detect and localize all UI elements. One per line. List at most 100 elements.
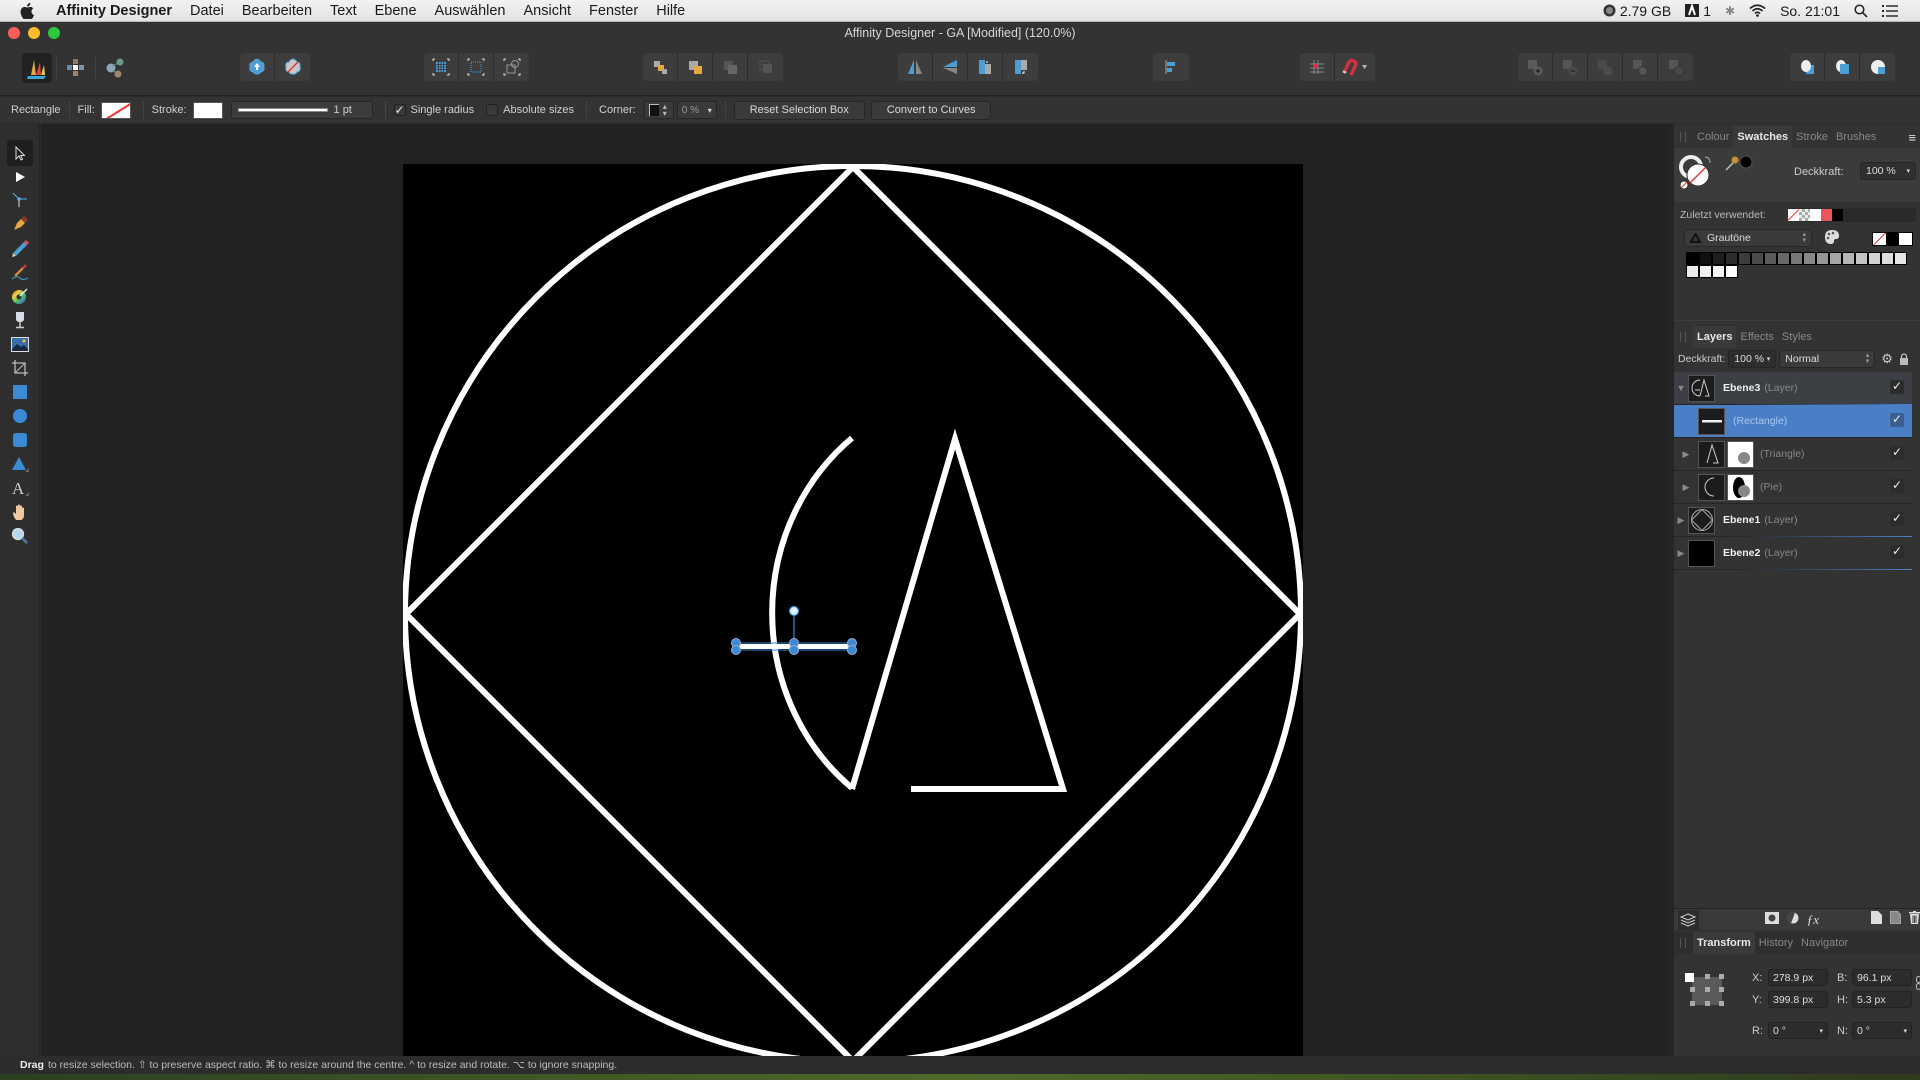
height-field[interactable]: 5.3 px bbox=[1852, 991, 1912, 1008]
visibility-checkbox[interactable]: ✓ bbox=[1890, 479, 1904, 493]
expand-arrow-icon[interactable]: ▶ bbox=[1674, 482, 1698, 493]
outer-circle-shape[interactable] bbox=[403, 164, 1303, 1056]
x-field[interactable]: 278.9 px bbox=[1768, 969, 1828, 986]
color-picker-icon[interactable] bbox=[1724, 154, 1754, 172]
corner-tool[interactable] bbox=[7, 187, 33, 213]
quick-swatch-white[interactable] bbox=[1899, 233, 1912, 245]
palette-swatch[interactable] bbox=[1842, 252, 1855, 265]
palette-swatch[interactable] bbox=[1699, 265, 1712, 278]
tab-transform[interactable]: Transform bbox=[1693, 932, 1755, 954]
palette-swatch[interactable] bbox=[1764, 252, 1777, 265]
canvas-area[interactable] bbox=[41, 124, 1668, 1056]
corner-type-selector[interactable]: ▴ ▾ bbox=[643, 101, 674, 119]
rounded-rectangle-tool[interactable] bbox=[7, 427, 33, 453]
layer-row-rectangle[interactable]: (Rectangle) ✓ bbox=[1674, 405, 1912, 438]
palette-swatch[interactable] bbox=[1712, 252, 1725, 265]
layer-row-triangle[interactable]: ▶ (Triangle) ✓ bbox=[1674, 438, 1912, 471]
tab-colour[interactable]: Colour bbox=[1693, 126, 1733, 148]
vector-brush-tool[interactable] bbox=[7, 259, 33, 285]
clock[interactable]: So. 21:01 bbox=[1780, 3, 1840, 19]
layer-lock-icon[interactable] bbox=[1899, 353, 1909, 365]
palette-swatch[interactable] bbox=[1725, 252, 1738, 265]
pen-tool[interactable] bbox=[7, 211, 33, 237]
layer-row-pie[interactable]: ▶ (Pie) ✓ bbox=[1674, 471, 1912, 504]
layer-row-ebene1[interactable]: ▶ Ebene1 (Layer) ✓ bbox=[1674, 504, 1912, 537]
menu-bearbeiten[interactable]: Bearbeiten bbox=[233, 3, 321, 19]
visibility-checkbox[interactable]: ✓ bbox=[1890, 545, 1904, 559]
visibility-checkbox[interactable]: ✓ bbox=[1890, 413, 1904, 427]
fill-swatch[interactable] bbox=[100, 101, 131, 119]
fx-effects-icon[interactable]: ƒx bbox=[1807, 912, 1819, 928]
move-tool[interactable] bbox=[7, 140, 33, 166]
tab-swatches[interactable]: Swatches bbox=[1733, 126, 1793, 148]
fill-stroke-selector-icon[interactable] bbox=[1678, 152, 1718, 192]
add-mask-icon[interactable] bbox=[1764, 911, 1779, 929]
palette-swatch[interactable] bbox=[1894, 252, 1907, 265]
rotation-field[interactable]: 0 ° ▾ bbox=[1768, 1022, 1828, 1039]
resize-handle[interactable] bbox=[847, 645, 857, 655]
fill-tool[interactable] bbox=[7, 283, 33, 309]
recent-color-black[interactable] bbox=[1832, 209, 1843, 221]
palette-swatch[interactable] bbox=[1751, 252, 1764, 265]
panel-grip[interactable] bbox=[1680, 938, 1686, 948]
tab-brushes[interactable]: Brushes bbox=[1832, 126, 1880, 148]
view-tool[interactable] bbox=[7, 499, 33, 525]
reset-selection-box-button[interactable]: Reset Selection Box bbox=[733, 100, 865, 120]
adjustment-icon[interactable] bbox=[1787, 911, 1799, 929]
move-forward-one-button[interactable] bbox=[713, 53, 748, 81]
layer-row-ebene3[interactable]: ▼ Ebene3 (Layer) ✓ bbox=[1674, 372, 1912, 405]
transform-objects-button[interactable] bbox=[494, 53, 529, 81]
shear-field[interactable]: 0 ° ▾ bbox=[1852, 1022, 1912, 1039]
pencil-tool[interactable] bbox=[7, 235, 33, 261]
move-to-back-button[interactable] bbox=[643, 53, 678, 81]
diamond-shape[interactable] bbox=[403, 164, 1303, 1056]
expand-arrow-icon[interactable]: ▶ bbox=[1674, 449, 1698, 460]
palette-swatch[interactable] bbox=[1738, 252, 1751, 265]
visibility-checkbox[interactable]: ✓ bbox=[1890, 446, 1904, 460]
menu-app-name[interactable]: Affinity Designer bbox=[50, 3, 181, 19]
adobe-status[interactable]: 1 bbox=[1685, 3, 1711, 19]
palette-swatch[interactable] bbox=[1699, 252, 1712, 265]
pie-shape[interactable] bbox=[769, 435, 854, 791]
tab-stroke[interactable]: Stroke bbox=[1792, 126, 1832, 148]
panel-grip[interactable] bbox=[1680, 132, 1686, 142]
move-to-front-button[interactable] bbox=[748, 53, 783, 81]
zoom-window-button[interactable] bbox=[48, 27, 60, 39]
tab-navigator[interactable]: Navigator bbox=[1797, 932, 1852, 954]
insert-on-top-button[interactable] bbox=[1825, 53, 1860, 81]
rotation-handle[interactable] bbox=[788, 605, 800, 617]
layer-settings-gear-icon[interactable]: ⚙ bbox=[1881, 351, 1893, 367]
tab-effects[interactable]: Effects bbox=[1736, 326, 1777, 348]
selection-box-solid-button[interactable] bbox=[424, 53, 459, 81]
single-radius-checkbox[interactable]: ✓ bbox=[393, 104, 406, 116]
quick-swatch-none[interactable] bbox=[1873, 233, 1886, 245]
panel-menu-icon[interactable]: ≡ bbox=[1908, 130, 1916, 145]
stroke-swatch[interactable] bbox=[192, 101, 223, 119]
palette-icon[interactable] bbox=[1824, 229, 1840, 245]
insert-behind-button[interactable] bbox=[240, 53, 275, 81]
layer-row-ebene2[interactable]: ▶ Ebene2 (Layer) ✓ bbox=[1674, 537, 1912, 570]
palette-swatch[interactable] bbox=[1686, 265, 1699, 278]
rectangle-tool[interactable] bbox=[7, 379, 33, 405]
palette-swatch[interactable] bbox=[1829, 252, 1842, 265]
recent-color-transparent[interactable] bbox=[1799, 209, 1810, 221]
palette-swatch[interactable] bbox=[1868, 252, 1881, 265]
designer-persona-button[interactable] bbox=[22, 53, 52, 83]
move-back-one-button[interactable] bbox=[678, 53, 713, 81]
palette-swatch[interactable] bbox=[1855, 252, 1868, 265]
insert-behind-selection-button[interactable] bbox=[1860, 53, 1895, 81]
anchor-point-selector[interactable] bbox=[1684, 969, 1728, 1009]
palette-swatch[interactable] bbox=[1686, 252, 1699, 265]
menu-text[interactable]: Text bbox=[321, 3, 366, 19]
snapping-toggle-button[interactable] bbox=[1335, 53, 1375, 81]
convert-to-curves-button[interactable]: Convert to Curves bbox=[870, 100, 992, 120]
visibility-checkbox[interactable]: ✓ bbox=[1890, 512, 1904, 526]
artboard-tool[interactable] bbox=[7, 355, 33, 381]
artboard[interactable] bbox=[403, 164, 1303, 1056]
selection-box-dotted-button[interactable] bbox=[459, 53, 494, 81]
spotlight-search-icon[interactable] bbox=[1854, 3, 1868, 18]
insert-inside-button[interactable] bbox=[1790, 53, 1825, 81]
triangle-tool[interactable] bbox=[7, 451, 33, 477]
rotate-left-button[interactable] bbox=[968, 53, 1003, 81]
memory-status[interactable]: 2.79 GB bbox=[1603, 3, 1671, 19]
